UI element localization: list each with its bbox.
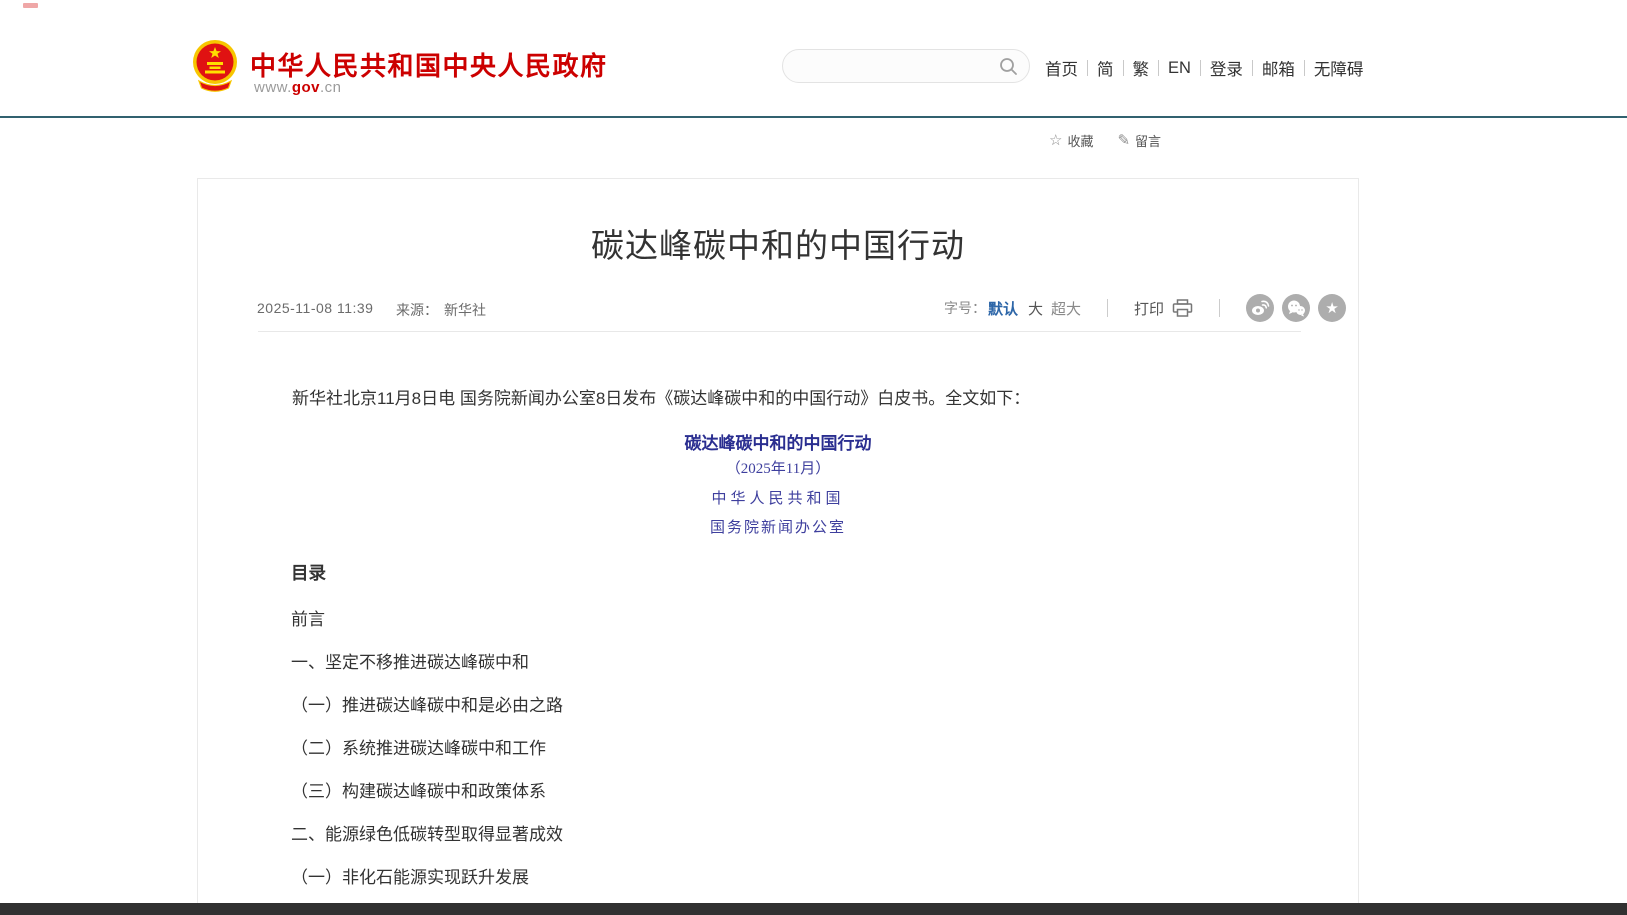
toc-item: （一）非化石能源实现跃升发展: [291, 854, 1191, 897]
share-buttons: ★: [1246, 294, 1346, 322]
search-input[interactable]: [799, 51, 989, 81]
controls-separator: [1219, 299, 1220, 317]
weibo-icon[interactable]: [1246, 294, 1274, 322]
toc-item: 一、坚定不移推进碳达峰碳中和: [291, 639, 1191, 682]
site-title: 中华人民共和国中央人民政府: [250, 46, 608, 83]
bottom-bar: [0, 903, 1627, 915]
article-content-box: 碳达峰碳中和的中国行动 2025-11-08 11:39 来源： 新华社 字号：…: [197, 178, 1359, 915]
nav-item-traditional[interactable]: 繁: [1133, 56, 1150, 80]
site-url-www: www.: [254, 79, 292, 96]
favorite-label: 收藏: [1067, 131, 1093, 150]
printer-icon[interactable]: [1172, 299, 1193, 318]
toc-item: （二）系统推进碳达峰碳中和工作: [291, 725, 1191, 768]
nav-separator: [1200, 60, 1201, 76]
quick-links: ☆ 收藏 ✎ 留言: [1049, 131, 1161, 150]
article-meta-row: 2025-11-08 11:39 来源： 新华社 字号： 默认 大 超大 打印: [198, 293, 1358, 323]
lead-paragraph: 新华社北京11月8日电 国务院新闻办公室8日发布《碳达峰碳中和的中国行动》白皮书…: [258, 384, 1300, 414]
font-size-default-button[interactable]: 默认: [988, 298, 1018, 319]
search-box: [782, 49, 1030, 83]
nav-separator: [1252, 60, 1253, 76]
message-label: 留言: [1135, 131, 1161, 150]
meta-divider: [258, 331, 1301, 332]
font-size-xlarge-button[interactable]: 超大: [1051, 298, 1081, 319]
wechat-icon[interactable]: [1282, 294, 1310, 322]
nav-item-english[interactable]: EN: [1168, 59, 1191, 78]
print-button[interactable]: 打印: [1134, 298, 1164, 319]
source-label: 来源：: [396, 300, 438, 320]
toc-item: 前言: [291, 596, 1191, 639]
font-size-label: 字号：: [944, 298, 986, 318]
source-value[interactable]: 新华社: [444, 300, 486, 320]
toc-item: （三）构建碳达峰碳中和政策体系: [291, 768, 1191, 811]
nav-item-simplified[interactable]: 简: [1097, 56, 1114, 80]
nav-item-home[interactable]: 首页: [1045, 56, 1078, 80]
site-url-gov: gov: [292, 79, 320, 96]
nav-item-mail[interactable]: 邮箱: [1262, 56, 1295, 80]
font-size-large-button[interactable]: 大: [1028, 298, 1043, 319]
national-emblem-logo: [192, 36, 238, 94]
toc-header: 目录: [291, 560, 326, 585]
controls-separator: [1107, 299, 1108, 317]
nav-separator: [1158, 60, 1159, 76]
qzone-star-icon[interactable]: ★: [1318, 294, 1346, 322]
site-url-cn: .cn: [320, 79, 342, 96]
nav-item-accessibility[interactable]: 无障碍: [1314, 56, 1364, 80]
nav-separator: [1123, 60, 1124, 76]
site-header: 中华人民共和国中央人民政府 www.gov.cn 首页 简 繁 EN 登录 邮箱…: [0, 0, 1627, 118]
publish-date: 2025-11-08 11:39: [257, 300, 373, 316]
message-link[interactable]: ✎ 留言: [1117, 131, 1161, 150]
article-controls: 字号： 默认 大 超大 打印: [944, 293, 1346, 323]
nav-separator: [1304, 60, 1305, 76]
site-url: www.gov.cn: [254, 79, 342, 96]
nav-item-login[interactable]: 登录: [1210, 56, 1243, 80]
nav-separator: [1087, 60, 1088, 76]
search-icon[interactable]: [999, 57, 1018, 76]
favorite-link[interactable]: ☆ 收藏: [1049, 131, 1093, 150]
toc-item: 二、能源绿色低碳转型取得显著成效: [291, 811, 1191, 854]
pencil-icon: ✎: [1117, 133, 1130, 148]
top-nav: 首页 简 繁 EN 登录 邮箱 无障碍: [1045, 56, 1363, 80]
page: 中华人民共和国中央人民政府 www.gov.cn 首页 简 繁 EN 登录 邮箱…: [0, 0, 1627, 915]
toc-item: （一）推进碳达峰碳中和是必由之路: [291, 682, 1191, 725]
whitepaper-date-line: （2025年11月）: [198, 457, 1358, 478]
star-icon: ☆: [1049, 133, 1062, 148]
whitepaper-issuer-line2: 国务院新闻办公室: [198, 516, 1358, 537]
whitepaper-issuer-line1: 中华人民共和国: [198, 487, 1358, 508]
toc-list: 前言 一、坚定不移推进碳达峰碳中和 （一）推进碳达峰碳中和是必由之路 （二）系统…: [291, 596, 1191, 897]
corner-red-mark: [23, 3, 38, 8]
article-title: 碳达峰碳中和的中国行动: [198, 219, 1358, 267]
whitepaper-title: 碳达峰碳中和的中国行动: [198, 429, 1358, 454]
